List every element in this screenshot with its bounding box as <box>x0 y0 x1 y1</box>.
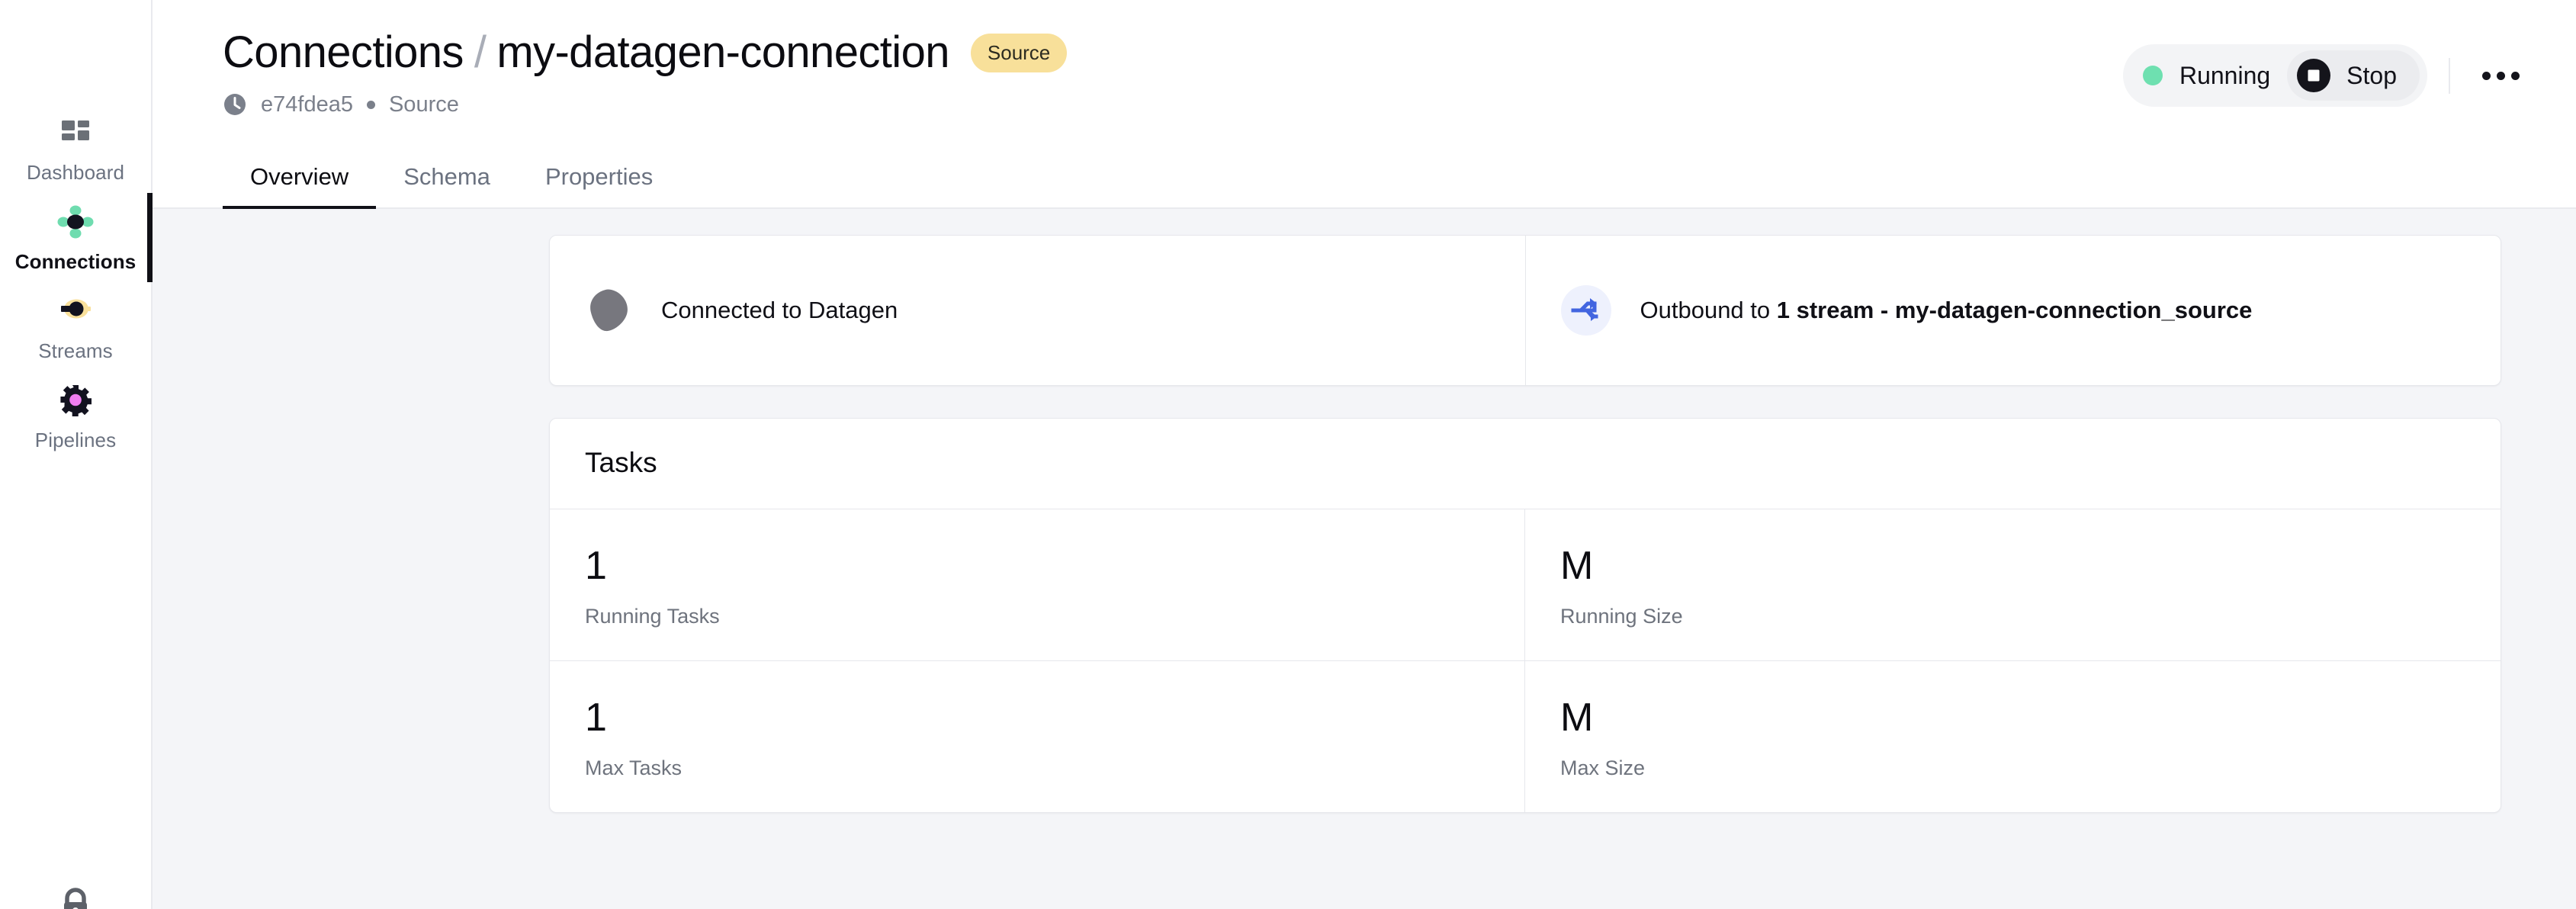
tasks-panel: Tasks 1 Running Tasks M Running Size 1 M… <box>549 418 2501 813</box>
meta-separator-dot <box>366 100 375 109</box>
outbound-card[interactable]: Outbound to 1 stream - my-datagen-connec… <box>1524 236 2501 385</box>
dashboard-icon <box>62 120 89 140</box>
metric-running-tasks: 1 Running Tasks <box>550 509 1525 661</box>
connection-name: my-datagen-connection <box>496 27 949 77</box>
kebab-dot <box>2482 71 2491 80</box>
tab-bar: Overview Schema Properties <box>153 146 2576 210</box>
stop-button[interactable]: Stop <box>2287 50 2420 101</box>
tab-properties[interactable]: Properties <box>518 146 680 210</box>
lock-icon[interactable] <box>58 886 93 909</box>
sidebar-item-connections[interactable]: Connections <box>0 193 153 282</box>
sidebar-item-streams[interactable]: Streams <box>0 282 151 371</box>
connection-id: e74fdea5 <box>261 92 353 117</box>
running-status-label: Running <box>2179 62 2271 89</box>
outbound-label: Outbound to <box>1640 297 1777 323</box>
connected-to-label: Connected to Datagen <box>661 297 898 323</box>
header-actions: Running Stop <box>2122 44 2530 107</box>
stop-icon <box>2297 59 2331 92</box>
tab-overview[interactable]: Overview <box>223 146 377 210</box>
metric-value: M <box>1560 695 1593 740</box>
clock-icon <box>224 94 246 115</box>
page-header: Connections / my-datagen-connection Source… <box>153 0 2576 117</box>
metric-max-size: M Max Size <box>1525 661 2501 812</box>
breadcrumb-separator: / <box>474 27 487 77</box>
sidebar-footer <box>0 886 151 909</box>
outbound-text: Outbound to 1 stream - my-datagen-connec… <box>1640 295 2253 326</box>
main-area: Connections / my-datagen-connection Source… <box>153 0 2576 909</box>
sidebar-item-pipelines[interactable]: Pipelines <box>0 371 151 461</box>
metric-running-size: M Running Size <box>1525 509 2501 661</box>
connected-to-card[interactable]: Connected to Datagen <box>550 236 1525 385</box>
branch-split-icon <box>1560 285 1611 336</box>
connections-icon <box>57 205 94 239</box>
more-options-button[interactable] <box>2449 57 2530 94</box>
tab-schema[interactable]: Schema <box>376 146 518 210</box>
metric-label: Running Tasks <box>585 605 720 628</box>
tab-content-overview: Connected to Datagen Outbound to 1 strea… <box>153 209 2576 909</box>
pipelines-icon <box>60 385 92 416</box>
metric-label: Running Size <box>1560 605 1683 628</box>
page-title: Connections / my-datagen-connection <box>223 26 949 79</box>
connected-to-text: Connected to Datagen <box>661 295 898 326</box>
datagen-blob-icon <box>585 287 632 334</box>
metric-label: Max Tasks <box>585 756 683 779</box>
sidebar-item-label: Connections <box>14 250 137 273</box>
app-root: Dashboard Connections Streams Pipelines … <box>0 0 2576 909</box>
sidebar-item-dashboard[interactable]: Dashboard <box>0 104 151 193</box>
active-indicator-bar <box>147 193 153 282</box>
tasks-metrics-grid: 1 Running Tasks M Running Size 1 Max Tas… <box>550 509 2501 812</box>
sidebar-nav: Dashboard Connections Streams Pipelines <box>0 104 153 461</box>
breadcrumb-parent[interactable]: Connections <box>223 27 464 77</box>
outbound-stream-name: 1 stream - my-datagen-connection_source <box>1776 297 2253 323</box>
metric-max-tasks: 1 Max Tasks <box>550 661 1525 812</box>
kebab-dot <box>2497 71 2505 80</box>
status-badge: Source <box>970 33 1068 72</box>
tasks-title: Tasks <box>585 447 657 478</box>
running-status-dot <box>2142 66 2163 85</box>
status-control-group: Running Stop <box>2122 44 2427 107</box>
stop-button-label: Stop <box>2346 62 2397 89</box>
summary-card-group: Connected to Datagen Outbound to 1 strea… <box>549 235 2501 386</box>
sidebar-item-label: Dashboard <box>26 161 125 184</box>
sidebar-item-label: Streams <box>38 339 113 362</box>
summary-row: Connected to Datagen Outbound to 1 strea… <box>549 235 2501 386</box>
tasks-panel-header: Tasks <box>550 419 2501 509</box>
conduktor-logo-icon <box>26 0 125 27</box>
sidebar-item-label: Pipelines <box>34 429 117 451</box>
metric-value: 1 <box>585 544 607 588</box>
metric-value: M <box>1560 544 1593 588</box>
metric-label: Max Size <box>1560 756 1646 779</box>
left-sidebar: Dashboard Connections Streams Pipelines <box>0 0 153 909</box>
app-logo[interactable] <box>0 0 151 73</box>
connection-type: Source <box>388 92 459 117</box>
kebab-dot <box>2511 71 2520 80</box>
metric-value: 1 <box>585 695 607 740</box>
streams-icon <box>61 299 91 319</box>
